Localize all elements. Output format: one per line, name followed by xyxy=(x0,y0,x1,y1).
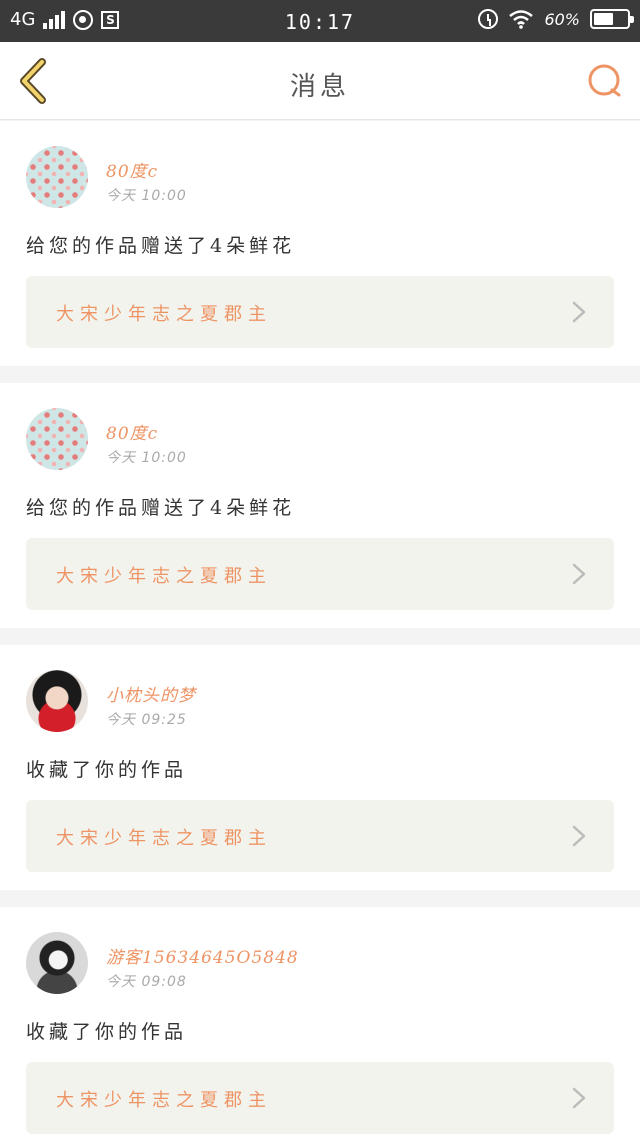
search-icon[interactable] xyxy=(586,62,624,100)
message-card: 游客15634645O5848 今天 09:08 收藏了你的作品 大宋少年志之夏… xyxy=(0,907,640,1138)
avatar[interactable] xyxy=(26,932,88,994)
work-link[interactable]: 大宋少年志之夏郡主 xyxy=(26,538,614,610)
battery-icon xyxy=(590,9,634,29)
avatar[interactable] xyxy=(26,146,88,208)
chevron-right-icon xyxy=(572,563,586,585)
work-link[interactable]: 大宋少年志之夏郡主 xyxy=(26,800,614,872)
message-card: 小枕头的梦 今天 09:25 收藏了你的作品 大宋少年志之夏郡主 xyxy=(0,645,640,890)
username[interactable]: 小枕头的梦 xyxy=(106,681,196,706)
message-list: 80度c 今天 10:00 给您的作品赠送了4朵鲜花 大宋少年志之夏郡主 80度… xyxy=(0,121,640,1138)
page-title: 消息 xyxy=(289,72,350,102)
timestamp: 今天 10:00 xyxy=(106,188,187,204)
message-text: 给您的作品赠送了4朵鲜花 xyxy=(26,497,296,519)
chevron-right-icon xyxy=(572,301,586,323)
timestamp: 今天 09:25 xyxy=(106,712,187,728)
username[interactable]: 80度c xyxy=(106,419,158,444)
work-link[interactable]: 大宋少年志之夏郡主 xyxy=(26,276,614,348)
username[interactable]: 80度c xyxy=(106,157,158,182)
username[interactable]: 游客15634645O5848 xyxy=(106,943,299,968)
status-bar-right: 60% xyxy=(478,9,634,29)
battery-fill xyxy=(594,13,614,25)
avatar[interactable] xyxy=(26,408,88,470)
work-title: 大宋少年志之夏郡主 xyxy=(56,1090,272,1111)
message-text: 给您的作品赠送了4朵鲜花 xyxy=(26,235,296,257)
message-text: 收藏了你的作品 xyxy=(26,759,188,781)
timestamp: 今天 09:08 xyxy=(106,974,187,990)
work-link[interactable]: 大宋少年志之夏郡主 xyxy=(26,1062,614,1134)
chevron-right-icon xyxy=(572,1087,586,1109)
timestamp: 今天 10:00 xyxy=(106,450,187,466)
chevron-right-icon xyxy=(572,825,586,847)
header: 消息 xyxy=(0,42,640,120)
battery-percent: 60% xyxy=(544,9,580,29)
work-title: 大宋少年志之夏郡主 xyxy=(56,304,272,325)
avatar[interactable] xyxy=(26,670,88,732)
alarm-icon xyxy=(478,9,499,29)
work-title: 大宋少年志之夏郡主 xyxy=(56,566,272,587)
status-bar: 4G S 10:17 60% xyxy=(0,0,640,42)
wifi-icon xyxy=(509,10,534,29)
message-text: 收藏了你的作品 xyxy=(26,1021,188,1043)
message-card: 80度c 今天 10:00 给您的作品赠送了4朵鲜花 大宋少年志之夏郡主 xyxy=(0,121,640,366)
work-title: 大宋少年志之夏郡主 xyxy=(56,828,272,849)
message-card: 80度c 今天 10:00 给您的作品赠送了4朵鲜花 大宋少年志之夏郡主 xyxy=(0,383,640,628)
